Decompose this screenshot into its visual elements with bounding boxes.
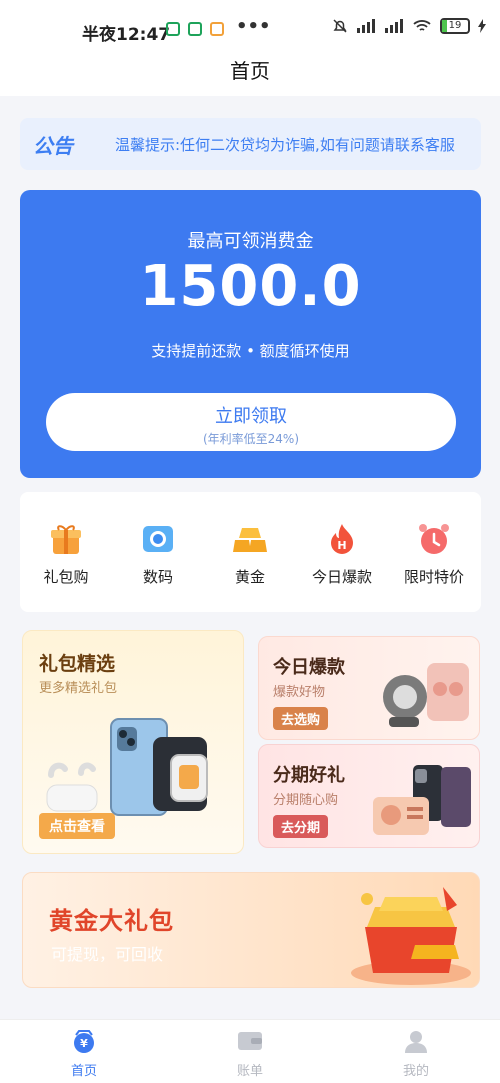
installment-button[interactable]: 去分期 [273,815,329,838]
tab-label: 首页 [70,1064,97,1079]
gold-gift-box-image [351,887,471,985]
tab-home[interactable]: ¥ 首页 [44,1028,124,1079]
speaker-image [383,663,469,727]
nav-bar: 首页 [0,56,500,96]
promo-subtitle: 爆款好物 [273,685,326,700]
tab-bill[interactable]: 账单 [210,1028,290,1079]
home-yen-icon: ¥ [74,1030,94,1053]
category-row: 礼包购 数码 黄金 H 今日爆款 限时特价 [20,492,481,612]
notification-icon [188,22,202,36]
notice-banner[interactable]: 公告 温馨提示:任何二次贷均为诈骗,如有问题请联系客服 [20,118,481,170]
signal-icon [357,19,375,33]
battery-level: 19 [448,20,462,31]
claim-button-note: (年利率低至24%) [202,432,300,446]
status-icons: 19 [332,18,486,34]
tab-mine[interactable]: 我的 [376,1028,456,1079]
wifi-icon [413,20,431,31]
phone-and-watch-image [46,718,208,816]
tab-label: 我的 [402,1064,429,1079]
status-bar: 半夜12:47 ••• 19 [0,0,500,56]
promo-hot-today[interactable]: 今日爆款 爆款好物 去选购 [258,636,480,740]
promo-title: 今日爆款 [273,657,345,678]
gold-bars-icon [233,528,267,552]
banner-subtitle: 可提现，可回收 [51,945,164,964]
category-gold[interactable]: 黄金 [204,522,296,587]
hero-title: 最高可领消费金 [187,231,314,252]
category-label: 限时特价 [403,568,464,586]
promo-gift-select[interactable]: 礼包精选 更多精选礼包 点击查看 [22,630,244,854]
camera-icon [143,526,173,552]
page-title: 首页 [230,59,270,83]
shop-button[interactable]: 去选购 [273,707,329,730]
category-label: 数码 [142,568,173,586]
svg-text:¥: ¥ [80,1037,88,1050]
alarm-clock-icon [419,524,449,554]
claim-button-label: 立即领取 [215,406,287,427]
category-label: 今日爆款 [311,568,372,586]
notice-tag: 公告 [33,134,73,158]
claim-now-button[interactable]: 立即领取 (年利率低至24%) [46,393,456,451]
tab-label: 账单 [236,1064,263,1079]
promo-subtitle: 分期随心购 [273,793,339,808]
notification-icon [166,22,180,36]
category-digital[interactable]: 数码 [112,522,204,587]
category-hot-today[interactable]: H 今日爆款 [296,522,388,587]
more-notifications-icon: ••• [236,16,271,37]
category-label: 礼包购 [43,568,89,586]
gift-icon [51,525,81,554]
user-icon [405,1031,427,1053]
credit-amount: 1500.0 [139,254,362,319]
mute-bell-icon [333,19,347,33]
gold-gift-pack-banner[interactable]: 黄金大礼包 可提现，可回收 [22,872,480,988]
bill-icon [238,1032,262,1050]
phone-and-radio-image [373,765,471,835]
bottom-tab-bar: ¥ 首页 账单 我的 [0,1019,500,1083]
category-flash-sale[interactable]: 限时特价 [388,522,480,587]
promo-title: 分期好礼 [273,765,345,786]
promo-installment[interactable]: 分期好礼 分期随心购 去分期 [258,744,480,848]
charging-icon [478,19,486,33]
promo-title: 礼包精选 [39,653,116,675]
fire-icon: H [331,524,353,554]
promo-subtitle: 更多精选礼包 [39,681,118,696]
category-gift-purchase[interactable]: 礼包购 [20,522,112,587]
category-label: 黄金 [234,568,265,586]
view-button[interactable]: 点击查看 [39,813,115,839]
hero-subtitle: 支持提前还款 • 额度循环使用 [151,342,350,360]
svg-text:H: H [337,539,346,552]
banner-title: 黄金大礼包 [49,907,174,935]
credit-card-panel: 最高可领消费金 1500.0 支持提前还款 • 额度循环使用 立即领取 (年利率… [20,190,481,478]
battery-icon: 19 [440,18,470,34]
status-time: 半夜12:47 [82,25,171,45]
notice-text: 温馨提示:任何二次贷均为诈骗,如有问题请联系客服 [115,136,455,154]
notification-icon [210,22,224,36]
signal-icon [385,19,403,33]
